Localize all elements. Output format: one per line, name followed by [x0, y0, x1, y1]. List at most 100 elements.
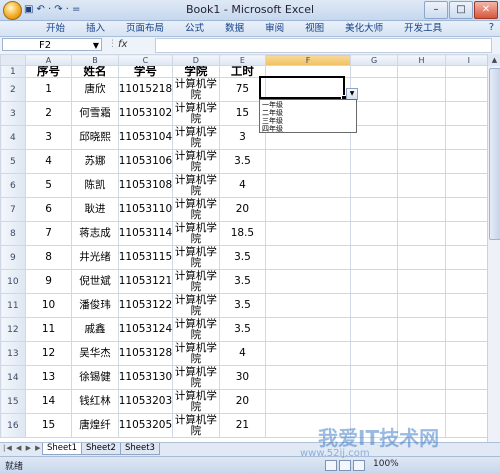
dropdown-option[interactable]: 一年级: [262, 101, 354, 109]
column-header-b[interactable]: B: [71, 54, 119, 66]
column-header-h[interactable]: H: [397, 54, 446, 66]
table-cell[interactable]: 倪世斌: [71, 269, 119, 294]
table-cell[interactable]: [265, 149, 351, 174]
table-cell[interactable]: [397, 125, 446, 150]
table-cell[interactable]: 计算机学院: [172, 197, 220, 222]
table-cell[interactable]: [349, 389, 399, 414]
table-cell[interactable]: 11: [24, 317, 73, 342]
table-cell[interactable]: [444, 65, 493, 78]
table-cell[interactable]: 徐锡健: [71, 365, 119, 390]
table-cell[interactable]: 4: [218, 173, 267, 198]
table-cell[interactable]: [349, 101, 399, 126]
table-cell[interactable]: [349, 365, 399, 390]
sheet-tab-2[interactable]: Sheet2: [80, 443, 121, 455]
row-header[interactable]: 12: [0, 317, 26, 342]
tab-review[interactable]: 审阅: [257, 22, 292, 35]
table-cell[interactable]: 11053110: [117, 197, 174, 222]
zoom-level[interactable]: 100%: [373, 459, 399, 469]
table-cell[interactable]: 11015218: [117, 77, 174, 102]
table-cell[interactable]: [444, 173, 493, 198]
row-header[interactable]: 9: [0, 245, 26, 270]
table-cell[interactable]: 21: [218, 413, 267, 438]
table-cell[interactable]: 戚鑫: [71, 317, 119, 342]
table-cell[interactable]: 7: [24, 221, 73, 246]
column-header-f[interactable]: F: [265, 54, 351, 66]
column-header-e[interactable]: E: [218, 54, 267, 66]
row-header[interactable]: 15: [0, 389, 26, 414]
table-cell[interactable]: [349, 173, 399, 198]
table-cell[interactable]: 3.5: [218, 269, 267, 294]
tab-insert[interactable]: 插入: [78, 22, 113, 35]
row-header[interactable]: 2: [0, 77, 26, 102]
table-cell[interactable]: [397, 173, 446, 198]
table-cell[interactable]: 4: [218, 341, 267, 366]
table-cell[interactable]: [444, 77, 493, 102]
table-cell[interactable]: 学院: [172, 65, 220, 78]
table-cell[interactable]: 计算机学院: [172, 101, 220, 126]
chevron-down-icon[interactable]: ▼: [93, 39, 99, 52]
table-cell[interactable]: 计算机学院: [172, 317, 220, 342]
table-cell[interactable]: [444, 197, 493, 222]
tab-formulas[interactable]: 公式: [177, 22, 212, 35]
table-cell[interactable]: 计算机学院: [172, 149, 220, 174]
table-cell[interactable]: 3.5: [218, 317, 267, 342]
normal-view-icon[interactable]: [325, 460, 337, 471]
table-cell[interactable]: [349, 317, 399, 342]
table-cell[interactable]: 吴华杰: [71, 341, 119, 366]
table-cell[interactable]: 18.5: [218, 221, 267, 246]
table-cell[interactable]: 计算机学院: [172, 173, 220, 198]
table-cell[interactable]: 计算机学院: [172, 77, 220, 102]
table-cell[interactable]: [265, 365, 351, 390]
table-cell[interactable]: 11053104: [117, 125, 174, 150]
table-cell[interactable]: 11053114: [117, 221, 174, 246]
row-header[interactable]: 7: [0, 197, 26, 222]
table-cell[interactable]: 1: [24, 77, 73, 102]
table-cell[interactable]: [349, 221, 399, 246]
table-cell[interactable]: 计算机学院: [172, 125, 220, 150]
table-cell[interactable]: 计算机学院: [172, 221, 220, 246]
table-cell[interactable]: [444, 269, 493, 294]
table-cell[interactable]: [349, 149, 399, 174]
table-cell[interactable]: 11053102: [117, 101, 174, 126]
table-cell[interactable]: 20: [218, 197, 267, 222]
column-header-g[interactable]: G: [349, 54, 399, 66]
table-cell[interactable]: [349, 197, 399, 222]
scroll-up-icon[interactable]: ▲: [488, 54, 500, 66]
column-header-c[interactable]: C: [117, 54, 174, 66]
table-cell[interactable]: 11053115: [117, 245, 174, 270]
table-cell[interactable]: 蒋志成: [71, 221, 119, 246]
table-cell[interactable]: [444, 341, 493, 366]
table-cell[interactable]: [397, 293, 446, 318]
table-cell[interactable]: [349, 269, 399, 294]
row-header[interactable]: 5: [0, 149, 26, 174]
vertical-scrollbar[interactable]: ▲: [487, 54, 500, 442]
tab-home[interactable]: 开始: [38, 22, 73, 35]
dropdown-option[interactable]: 三年级: [262, 117, 354, 125]
maximize-button[interactable]: □: [449, 1, 473, 19]
tab-page-layout[interactable]: 页面布局: [118, 22, 172, 35]
table-cell[interactable]: 钱红林: [71, 389, 119, 414]
table-cell[interactable]: 唐欣: [71, 77, 119, 102]
table-cell[interactable]: 11053121: [117, 269, 174, 294]
tab-developer[interactable]: 开发工具: [396, 22, 450, 35]
dropdown-option[interactable]: 二年级: [262, 109, 354, 117]
sheet-nav-icons[interactable]: |◀ ◀ ▶ ▶|: [3, 444, 45, 452]
table-cell[interactable]: 潘俊玮: [71, 293, 119, 318]
table-cell[interactable]: [265, 269, 351, 294]
table-cell[interactable]: 4: [24, 149, 73, 174]
row-header[interactable]: 13: [0, 341, 26, 366]
table-cell[interactable]: [349, 293, 399, 318]
row-header[interactable]: 16: [0, 413, 26, 438]
active-cell-f2[interactable]: [259, 76, 345, 99]
page-layout-view-icon[interactable]: [339, 460, 351, 471]
table-cell[interactable]: [444, 389, 493, 414]
table-cell[interactable]: [265, 173, 351, 198]
table-cell[interactable]: [265, 341, 351, 366]
table-cell[interactable]: 5: [24, 173, 73, 198]
table-cell[interactable]: [444, 221, 493, 246]
table-cell[interactable]: 计算机学院: [172, 293, 220, 318]
column-header-i[interactable]: I: [444, 54, 493, 66]
row-header[interactable]: 11: [0, 293, 26, 318]
table-cell[interactable]: 井光绪: [71, 245, 119, 270]
sheet-tab-3[interactable]: Sheet3: [119, 443, 160, 455]
